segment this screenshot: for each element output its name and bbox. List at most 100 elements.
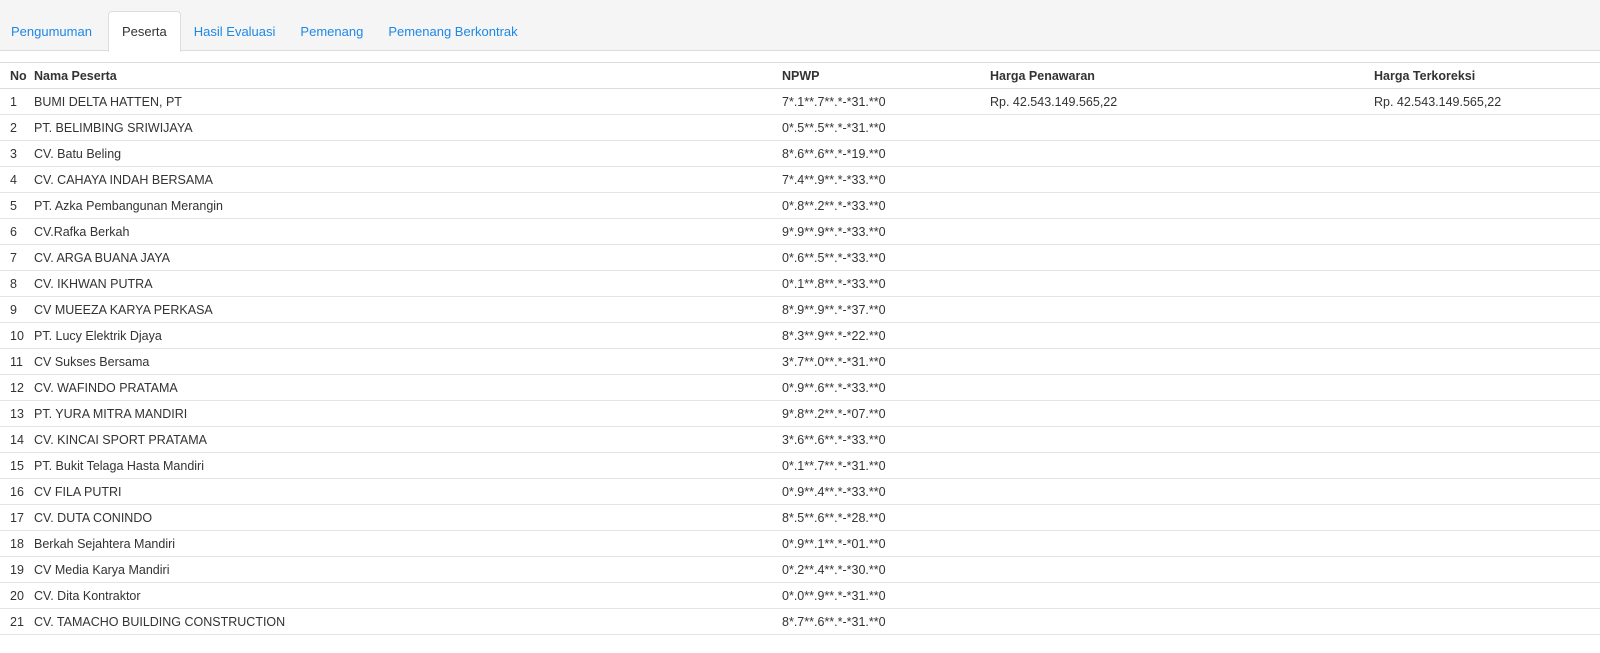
- header-nama-peserta: Nama Peserta: [34, 68, 117, 83]
- cell-harga-penawaran: [980, 427, 1364, 453]
- cell-no: 18: [10, 536, 24, 551]
- cell-harga-penawaran: Rp. 42.543.149.565,22: [990, 94, 1118, 109]
- table-row: 1 BUMI DELTA HATTEN, PT 7*.1**.7**.*-*31.*…: [0, 89, 1600, 115]
- cell-harga-terkoreksi: [1364, 453, 1600, 479]
- cell-no: 6: [10, 224, 17, 239]
- cell-no: 2: [10, 120, 17, 135]
- cell-nama-peserta: CV FILA PUTRI: [34, 484, 122, 499]
- cell-npwp: 9*.9**.9**.*-*33.**0: [782, 224, 886, 239]
- table-body: 1 BUMI DELTA HATTEN, PT 7*.1**.7**.*-*31.*…: [0, 89, 1600, 635]
- cell-harga-penawaran: [980, 115, 1364, 141]
- cell-no: 9: [10, 302, 17, 317]
- table-row: 11 CV Sukses Bersama 3*.7**.0**.*-*31.**0: [0, 349, 1600, 375]
- cell-nama-peserta: CV. DUTA CONINDO: [34, 510, 153, 525]
- cell-harga-penawaran: [980, 297, 1364, 323]
- table-row: 18 Berkah Sejahtera Mandiri 0*.9**.1**.*-*…: [0, 531, 1600, 557]
- cell-harga-terkoreksi: [1364, 271, 1600, 297]
- cell-nama-peserta: Berkah Sejahtera Mandiri: [34, 536, 176, 551]
- cell-npwp: 8*.3**.9**.*-*22.**0: [782, 328, 886, 343]
- cell-harga-terkoreksi: [1364, 401, 1600, 427]
- cell-harga-terkoreksi: [1364, 427, 1600, 453]
- cell-harga-terkoreksi: [1364, 375, 1600, 401]
- cell-npwp: 3*.7**.0**.*-*31.**0: [782, 354, 886, 369]
- tab-pemenang-berkontrak[interactable]: Pemenang Berkontrak: [377, 11, 531, 51]
- table-row: 6 CV.Rafka Berkah 9*.9**.9**.*-*33.**0: [0, 219, 1600, 245]
- table-row: 13 PT. YURA MITRA MANDIRI 9*.8**.2**.*-*07…: [0, 401, 1600, 427]
- cell-nama-peserta: CV. WAFINDO PRATAMA: [34, 380, 178, 395]
- cell-npwp: 3*.6**.6**.*-*33.**0: [782, 432, 886, 447]
- cell-no: 17: [10, 510, 24, 525]
- cell-nama-peserta: CV. ARGA BUANA JAYA: [34, 250, 170, 265]
- cell-npwp: 0*.6**.5**.*-*33.**0: [782, 250, 886, 265]
- cell-nama-peserta: CV.Rafka Berkah: [34, 224, 130, 239]
- tab-hasil-evaluasi[interactable]: Hasil Evaluasi: [183, 11, 290, 51]
- cell-npwp: 9*.8**.2**.*-*07.**0: [782, 406, 886, 421]
- cell-harga-terkoreksi: [1364, 531, 1600, 557]
- table-row: 14 CV. KINCAI SPORT PRATAMA 3*.6**.6**.*-*…: [0, 427, 1600, 453]
- cell-harga-terkoreksi: [1364, 297, 1600, 323]
- cell-harga-terkoreksi: [1364, 349, 1600, 375]
- participants-table: No Nama Peserta NPWP Harga Penawaran Har…: [0, 62, 1600, 635]
- cell-harga-terkoreksi: [1364, 245, 1600, 271]
- table-row: 5 PT. Azka Pembangunan Merangin 0*.8**.2**…: [0, 193, 1600, 219]
- cell-nama-peserta: CV. Dita Kontraktor: [34, 588, 141, 603]
- cell-no: 15: [10, 458, 24, 473]
- cell-nama-peserta: CV. KINCAI SPORT PRATAMA: [34, 432, 207, 447]
- cell-npwp: 0*.0**.9**.*-*31.**0: [782, 588, 886, 603]
- cell-nama-peserta: CV. IKHWAN PUTRA: [34, 276, 153, 291]
- cell-npwp: 7*.4**.9**.*-*33.**0: [782, 172, 886, 187]
- tab-pengumuman[interactable]: Pengumuman: [0, 11, 106, 51]
- cell-harga-penawaran: [980, 375, 1364, 401]
- cell-harga-terkoreksi: [1364, 323, 1600, 349]
- cell-no: 7: [10, 250, 17, 265]
- cell-nama-peserta: CV Sukses Bersama: [34, 354, 150, 369]
- cell-nama-peserta: PT. Lucy Elektrik Djaya: [34, 328, 162, 343]
- cell-npwp: 8*.5**.6**.*-*28.**0: [782, 510, 886, 525]
- cell-harga-penawaran: [980, 141, 1364, 167]
- tab-bar: Pengumuman Peserta Hasil Evaluasi Pemena…: [0, 0, 1600, 52]
- cell-no: 12: [10, 380, 24, 395]
- header-no: No: [10, 68, 27, 83]
- cell-npwp: 8*.9**.9**.*-*37.**0: [782, 302, 886, 317]
- cell-no: 21: [10, 614, 24, 629]
- cell-harga-penawaran: [980, 453, 1364, 479]
- cell-no: 8: [10, 276, 17, 291]
- cell-nama-peserta: BUMI DELTA HATTEN, PT: [34, 94, 182, 109]
- table-row: 7 CV. ARGA BUANA JAYA 0*.6**.5**.*-*33.**0: [0, 245, 1600, 271]
- cell-npwp: 0*.5**.5**.*-*31.**0: [782, 120, 886, 135]
- cell-npwp: 0*.9**.1**.*-*01.**0: [782, 536, 886, 551]
- cell-no: 13: [10, 406, 24, 421]
- cell-no: 16: [10, 484, 24, 499]
- cell-no: 10: [10, 328, 24, 343]
- cell-no: 4: [10, 172, 17, 187]
- cell-harga-terkoreksi: [1364, 141, 1600, 167]
- cell-harga-penawaran: [980, 271, 1364, 297]
- tab-pemenang[interactable]: Pemenang: [289, 11, 377, 51]
- cell-harga-penawaran: [980, 479, 1364, 505]
- cell-harga-penawaran: [980, 219, 1364, 245]
- tab-peserta[interactable]: Peserta: [107, 11, 181, 52]
- cell-nama-peserta: PT. BELIMBING SRIWIJAYA: [34, 120, 193, 135]
- header-npwp: NPWP: [782, 68, 820, 83]
- cell-harga-terkoreksi: [1364, 167, 1600, 193]
- cell-harga-penawaran: [980, 609, 1364, 635]
- table-row: 2 PT. BELIMBING SRIWIJAYA 0*.5**.5**.*-*31…: [0, 115, 1600, 141]
- cell-harga-terkoreksi: [1364, 193, 1600, 219]
- cell-no: 14: [10, 432, 24, 447]
- cell-nama-peserta: CV. TAMACHO BUILDING CONSTRUCTION: [34, 614, 286, 629]
- cell-npwp: 7*.1**.7**.*-*31.**0: [782, 94, 886, 109]
- cell-no: 3: [10, 146, 17, 161]
- cell-harga-terkoreksi: [1364, 505, 1600, 531]
- cell-nama-peserta: PT. YURA MITRA MANDIRI: [34, 406, 188, 421]
- cell-no: 19: [10, 562, 24, 577]
- cell-harga-penawaran: [980, 245, 1364, 271]
- cell-harga-penawaran: [980, 557, 1364, 583]
- table-row: 21 CV. TAMACHO BUILDING CONSTRUCTION 8*.7*…: [0, 609, 1600, 635]
- header-harga-penawaran: Harga Penawaran: [990, 68, 1095, 83]
- table-row: 16 CV FILA PUTRI 0*.9**.4**.*-*33.**0: [0, 479, 1600, 505]
- table-row: 15 PT. Bukit Telaga Hasta Mandiri 0*.1**.7…: [0, 453, 1600, 479]
- cell-harga-penawaran: [980, 531, 1364, 557]
- cell-npwp: 0*.9**.4**.*-*33.**0: [782, 484, 886, 499]
- cell-nama-peserta: PT. Azka Pembangunan Merangin: [34, 198, 224, 213]
- cell-no: 11: [10, 354, 23, 369]
